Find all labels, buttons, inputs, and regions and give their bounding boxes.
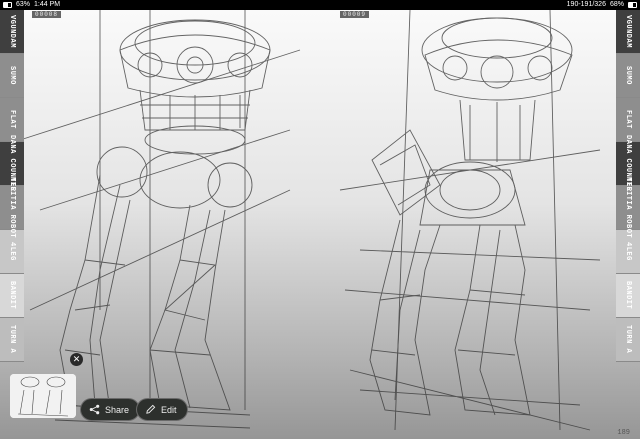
folio-number: 189 xyxy=(617,429,630,437)
share-button-label: Share xyxy=(105,404,130,415)
index-tab-bandit[interactable]: BANDIT xyxy=(0,274,24,318)
right-index-tabs: VGUNDAM SUMO FLAT DANA COUNTER MILITIA R… xyxy=(616,10,640,439)
book-spread[interactable]: VGUNDAM SUMO FLAT DANA COUNTER MILITIA R… xyxy=(0,10,640,439)
status-time: 1:44 PM xyxy=(34,1,61,8)
index-tab-vgundam[interactable]: VGUNDAM xyxy=(0,10,24,54)
battery-icon xyxy=(628,2,637,8)
thumbnail-preview-image xyxy=(10,374,76,418)
close-icon: ✕ xyxy=(72,354,81,364)
index-tab-bandit[interactable]: BANDIT xyxy=(616,274,640,318)
index-tab-turn-a[interactable]: TURN A xyxy=(0,318,24,362)
share-button[interactable]: Share xyxy=(80,398,141,421)
thumbnail-close-button[interactable]: ✕ xyxy=(70,353,83,366)
index-tab-vgundam[interactable]: VGUNDAM xyxy=(616,10,640,54)
battery-left-percent: 63% xyxy=(16,1,31,8)
edit-pencil-icon xyxy=(146,404,156,414)
index-tab-sumo[interactable]: SUMO xyxy=(0,54,24,98)
edit-button-label: Edit xyxy=(161,404,177,415)
screenshot-thumbnail[interactable] xyxy=(10,374,76,418)
index-tab-sumo[interactable]: SUMO xyxy=(616,54,640,98)
index-tab-militia-robot[interactable]: MILITIA ROBOT xyxy=(616,177,640,238)
battery-right-percent: 68% xyxy=(609,1,624,8)
index-tab-militia-robot[interactable]: MILITIA ROBOT xyxy=(0,177,24,238)
page-number-left: 00008 xyxy=(32,11,62,18)
page-range: 190-191/326 xyxy=(566,1,606,8)
share-icon xyxy=(89,404,100,415)
robot-sketch-illustration xyxy=(19,10,601,431)
battery-icon xyxy=(3,2,12,8)
index-tab-turn-a[interactable]: TURN A xyxy=(616,318,640,362)
edit-button[interactable]: Edit xyxy=(136,398,188,421)
page-number-right: 00009 xyxy=(340,11,370,18)
status-bar: 63% 1:44 PM 190-191/326 68% xyxy=(0,0,640,10)
